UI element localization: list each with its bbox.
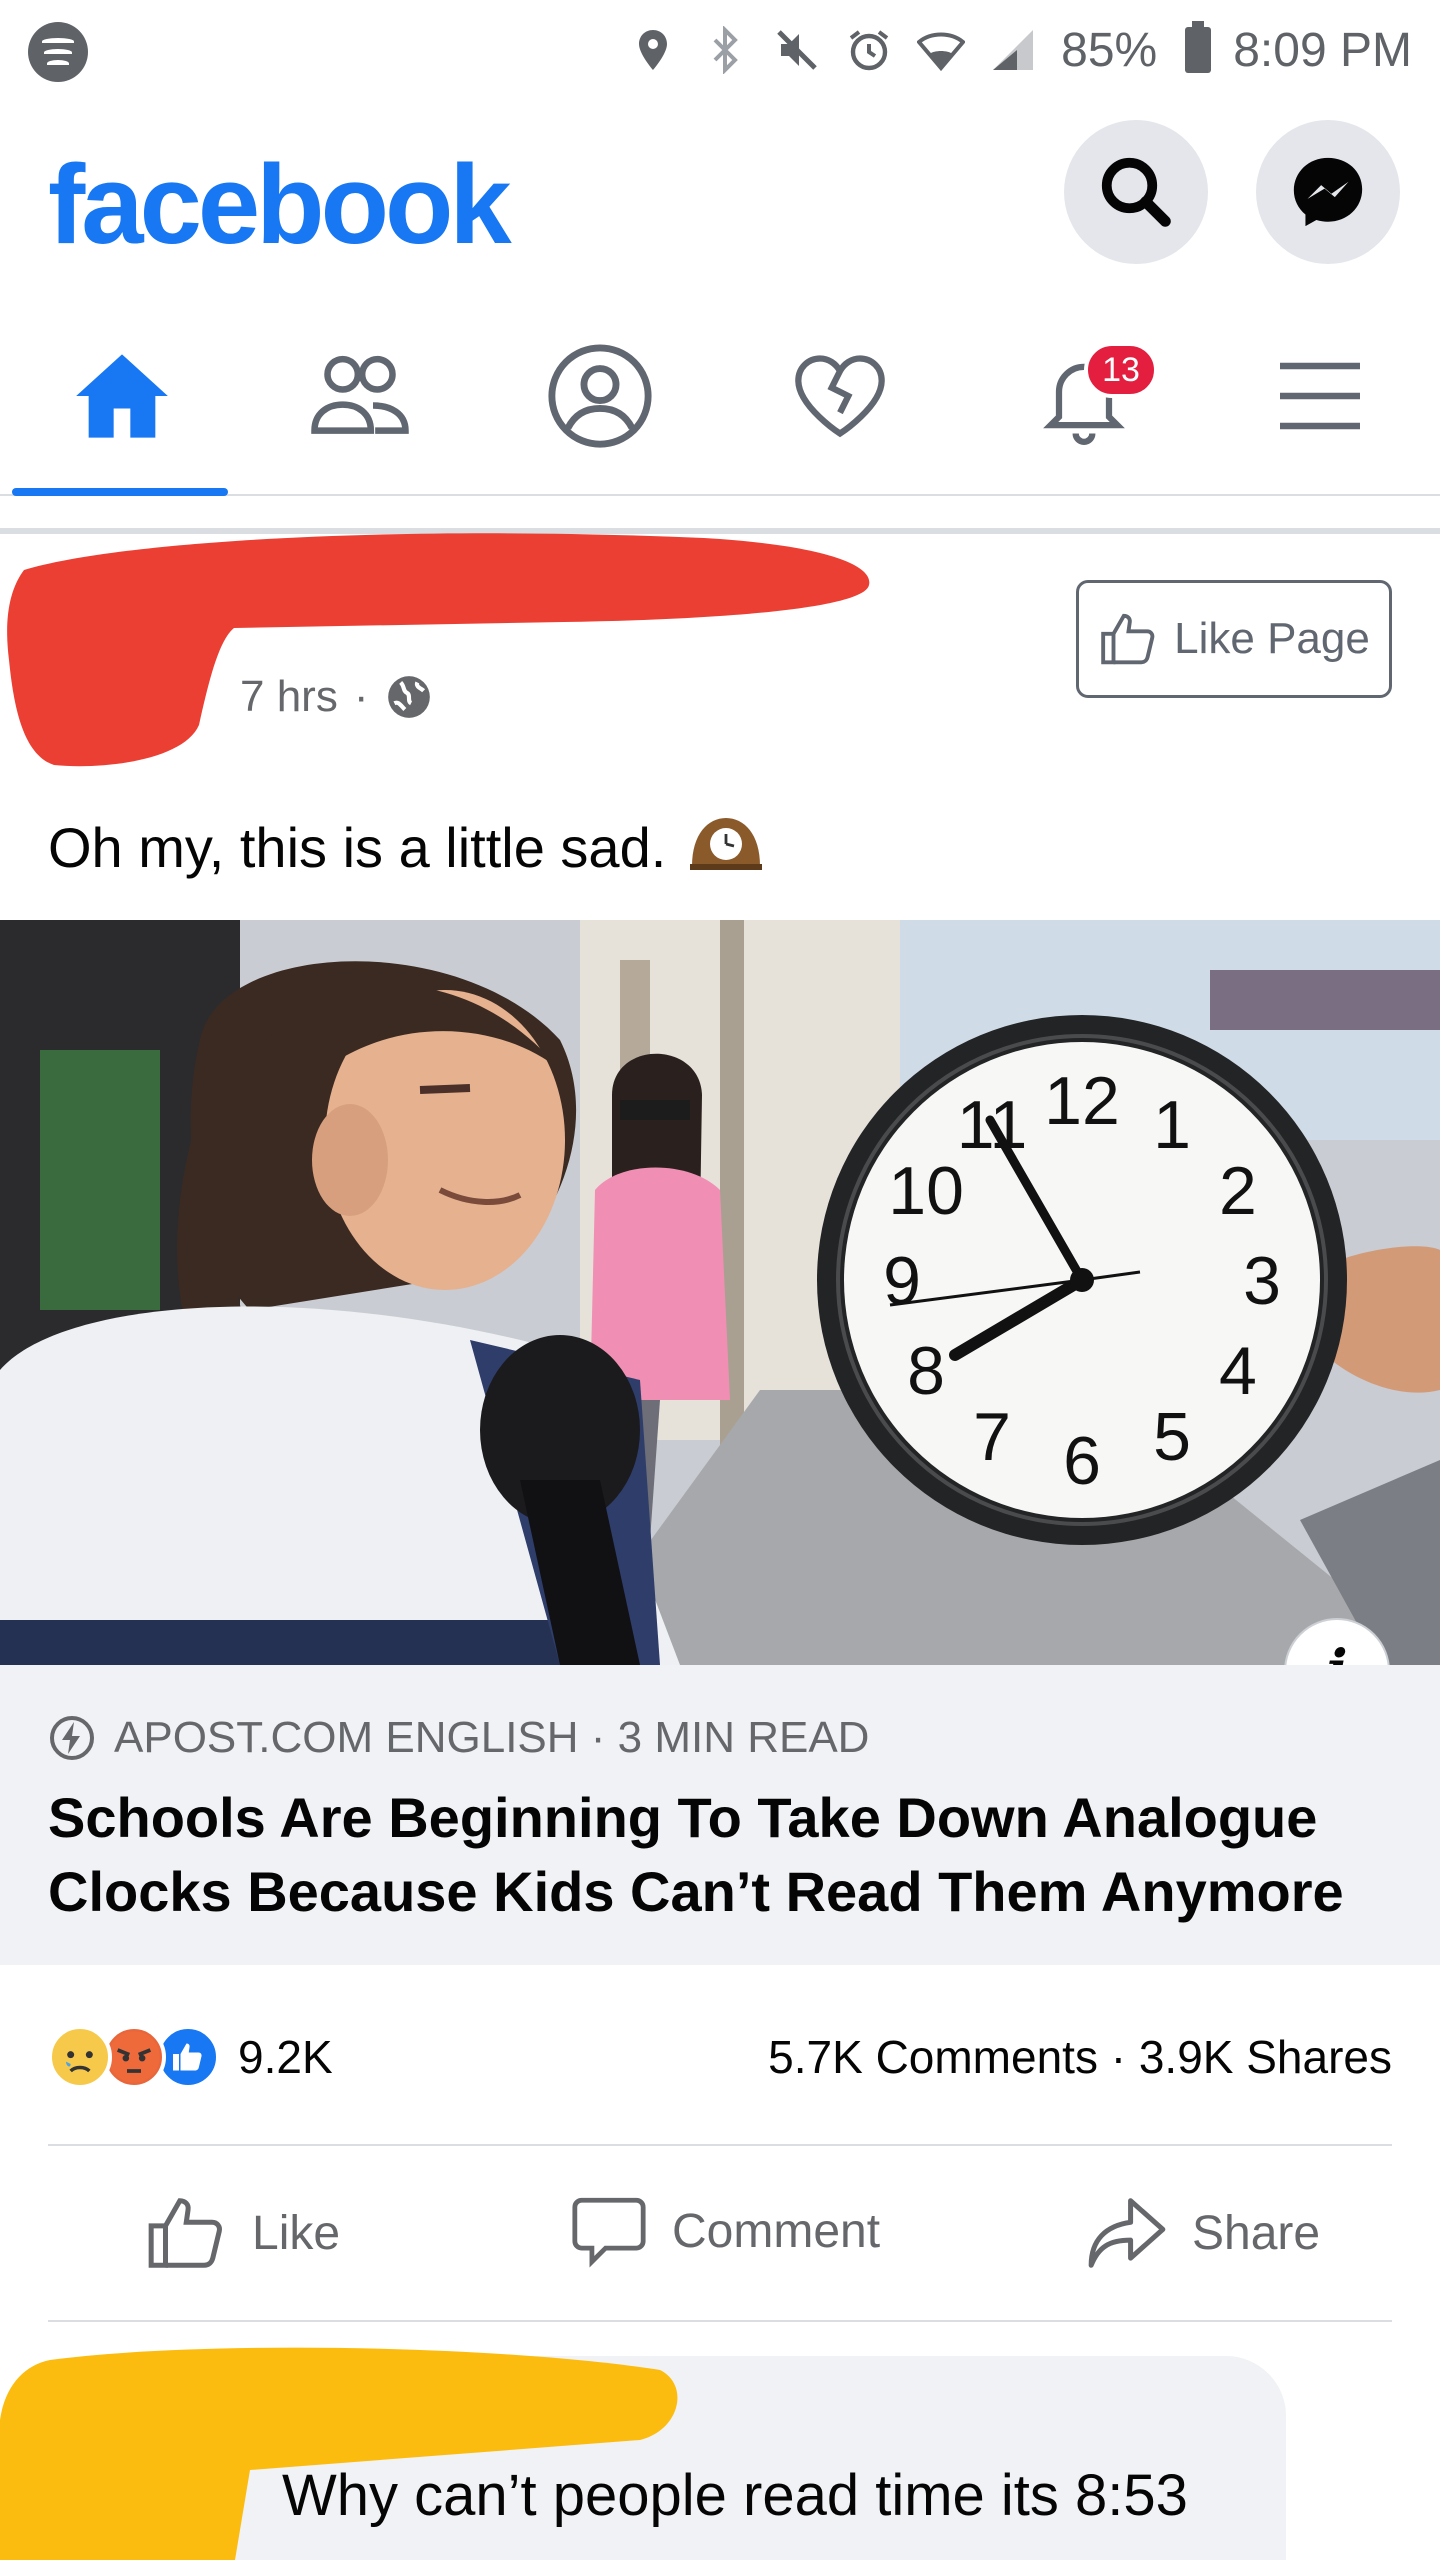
tab-home[interactable] (62, 336, 182, 456)
wifi-icon (916, 26, 966, 74)
clock-number: 6 (1063, 1423, 1101, 1499)
globe-icon (388, 676, 431, 718)
sad-reaction-icon (48, 2025, 112, 2089)
location-icon (629, 26, 677, 74)
status-bar: 85% 8:09 PM (0, 0, 1440, 100)
tab-bar: 13 (0, 300, 1440, 496)
instant-article-icon (50, 1716, 94, 1760)
divider (48, 2144, 1392, 2146)
clock-number: 9 (883, 1243, 921, 1319)
reaction-count: 9.2K (238, 2031, 333, 2083)
mute-icon (773, 26, 821, 74)
thumbs-up-icon (148, 2198, 222, 2268)
signal-icon (989, 26, 1037, 74)
clock-number: 1 (1153, 1087, 1191, 1163)
notification-badge: 13 (1084, 342, 1158, 398)
clock-number: 7 (973, 1399, 1011, 1475)
clock-number: 8 (907, 1333, 945, 1409)
home-icon (76, 354, 168, 438)
tab-friends[interactable] (300, 336, 420, 456)
clock-number: 3 (1243, 1243, 1281, 1319)
search-icon (1101, 157, 1171, 227)
mantelpiece-clock-emoji (688, 810, 764, 884)
messenger-icon (1293, 157, 1363, 227)
bluetooth-icon (701, 25, 749, 75)
menu-icon (1280, 362, 1360, 430)
friends-icon (311, 355, 409, 434)
post-timestamp: 7 hrs · (240, 672, 434, 722)
like-page-button[interactable]: Like Page (1076, 580, 1392, 698)
comment-button[interactable]: Comment (568, 2190, 880, 2272)
share-icon (1088, 2198, 1166, 2268)
comment-icon (572, 2197, 646, 2268)
clock-number: 2 (1219, 1153, 1257, 1229)
link-preview[interactable]: APOST.COM ENGLISH · 3 MIN READ Schools A… (0, 1665, 1440, 1965)
article-image[interactable]: 121234567891011 (0, 920, 1440, 1665)
alarm-icon (845, 26, 893, 74)
app-header: facebook (0, 100, 1440, 300)
redacted-author (7, 533, 870, 767)
post-body: Oh my, this is a little sad. (48, 810, 764, 884)
tab-profile[interactable] (540, 336, 660, 456)
share-button[interactable]: Share (1084, 2190, 1320, 2276)
battery-percent: 85% (1061, 23, 1158, 77)
clock-number: 4 (1219, 1333, 1257, 1409)
messenger-button[interactable] (1256, 120, 1400, 264)
clock-number: 5 (1153, 1399, 1191, 1475)
clock: 8:09 PM (1233, 23, 1412, 77)
comment-text: Why can’t people read time its 8:53 (282, 2463, 1188, 2528)
tab-menu[interactable] (1260, 336, 1380, 456)
clock-number: 12 (1044, 1063, 1120, 1139)
comments-shares-count[interactable]: 5.7K Comments · 3.9K Shares (768, 2030, 1392, 2084)
tab-dating[interactable] (780, 336, 900, 456)
link-title: Schools Are Beginning To Take Down Analo… (48, 1786, 1344, 1923)
reaction-summary[interactable]: 9.2K (48, 2022, 333, 2092)
like-button[interactable]: Like (144, 2190, 340, 2276)
heart-icon (795, 355, 885, 438)
thumbs-up-icon (1101, 613, 1155, 665)
link-source: APOST.COM ENGLISH · 3 MIN READ (48, 1713, 869, 1763)
post-actions: Like Comment Share (0, 2150, 1440, 2320)
active-tab-indicator (12, 488, 228, 496)
profile-icon (548, 344, 652, 448)
divider (48, 2320, 1392, 2322)
battery-icon (1185, 21, 1212, 73)
facebook-logo[interactable]: facebook (48, 140, 512, 269)
clock-photo: 121234567891011 (0, 920, 1440, 1665)
search-button[interactable] (1064, 120, 1208, 264)
clock-number: 10 (888, 1153, 964, 1229)
spotify-icon (28, 22, 88, 82)
